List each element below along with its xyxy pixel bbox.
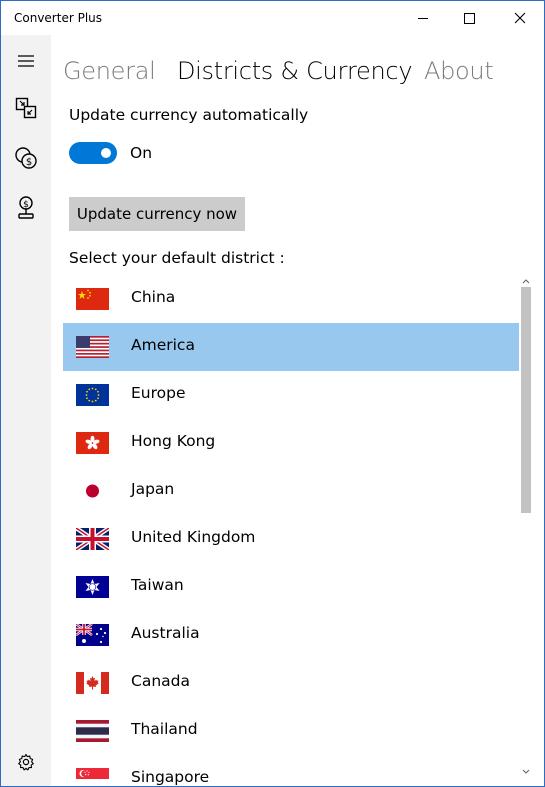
list-item-china[interactable]: China (63, 275, 519, 323)
list-item-label: China (131, 288, 176, 306)
chevron-down-icon (522, 769, 530, 774)
title-bar[interactable]: Converter Plus (1, 1, 544, 35)
hamburger-menu-button[interactable] (1, 38, 51, 84)
japan-flag (76, 480, 109, 502)
sidebar-item-money[interactable]: $ (1, 185, 51, 231)
canada-flag (76, 672, 109, 694)
taiwan-flag (76, 576, 109, 598)
list-item-label: Australia (131, 624, 200, 642)
list-item-singapore[interactable]: Singapore (63, 755, 519, 785)
list-item-label: America (131, 336, 195, 354)
minimize-icon (418, 17, 428, 19)
minimize-button[interactable] (400, 1, 446, 35)
list-item-japan[interactable]: Japan (63, 467, 519, 515)
list-item-taiwan[interactable]: Taiwan (63, 563, 519, 611)
auto-update-label: Update currency automatically (69, 106, 309, 124)
money-stand-icon: $ (18, 196, 34, 219)
usa-flag (76, 336, 109, 358)
singapore-flag (76, 768, 109, 785)
sidebar-item-settings[interactable] (1, 739, 51, 785)
close-button[interactable] (497, 1, 543, 35)
list-item-united-kingdom[interactable]: United Kingdom (63, 515, 519, 563)
maximize-button[interactable] (446, 1, 492, 35)
thailand-flag (76, 720, 109, 742)
scroll-down-button[interactable] (519, 765, 533, 777)
main-content: General Districts & Currency About Updat… (51, 35, 544, 786)
app-window: Converter Plus $ $ General Districts & C… (0, 0, 545, 787)
auto-update-toggle[interactable] (69, 142, 117, 164)
district-list-scrollbar[interactable] (519, 275, 533, 777)
tab-districts-currency[interactable]: Districts & Currency (177, 57, 413, 85)
scroll-up-button[interactable] (519, 275, 533, 287)
list-item-label: Hong Kong (131, 432, 216, 450)
list-item-label: Taiwan (131, 576, 184, 594)
list-item-label: Canada (131, 672, 190, 690)
list-item-label: United Kingdom (131, 528, 256, 546)
list-item-canada[interactable]: Canada (63, 659, 519, 707)
eu-flag (76, 384, 109, 406)
list-item-australia[interactable]: Australia (63, 611, 519, 659)
svg-text:$: $ (26, 157, 32, 168)
close-icon (514, 12, 526, 24)
list-item-label: Europe (131, 384, 186, 402)
list-item-label: Thailand (131, 720, 198, 738)
svg-text:$: $ (23, 200, 29, 210)
tab-general[interactable]: General (63, 57, 156, 85)
district-list[interactable]: China America Europe Hong Kong Japan Uni… (63, 275, 544, 785)
australia-flag (76, 624, 109, 646)
maximize-icon (463, 12, 475, 24)
currency-exchange-icon: $ (15, 147, 37, 169)
china-flag (76, 288, 109, 310)
list-item-label: Japan (131, 480, 175, 498)
window-title: Converter Plus (14, 11, 103, 25)
hong-kong-flag (76, 432, 109, 454)
list-item-europe[interactable]: Europe (63, 371, 519, 419)
list-item-hong-kong[interactable]: Hong Kong (63, 419, 519, 467)
district-select-label: Select your default district : (69, 249, 285, 267)
sidebar-item-converter[interactable] (1, 85, 51, 131)
settings-gear-icon (18, 753, 34, 771)
list-item-thailand[interactable]: Thailand (63, 707, 519, 755)
update-currency-button[interactable]: Update currency now (69, 197, 245, 231)
toggle-knob (101, 148, 111, 158)
sidebar-item-currency[interactable]: $ (1, 135, 51, 181)
tab-about[interactable]: About (424, 57, 494, 85)
hamburger-menu-icon (18, 55, 34, 67)
list-item-label: Singapore (131, 768, 210, 785)
chevron-up-icon (522, 278, 530, 283)
toggle-state-label: On (130, 144, 153, 162)
list-item-america[interactable]: America (63, 323, 519, 371)
sidebar: $ $ (1, 35, 51, 786)
uk-flag (76, 528, 109, 550)
unit-converter-icon (15, 97, 37, 119)
scrollbar-thumb[interactable] (521, 287, 531, 513)
